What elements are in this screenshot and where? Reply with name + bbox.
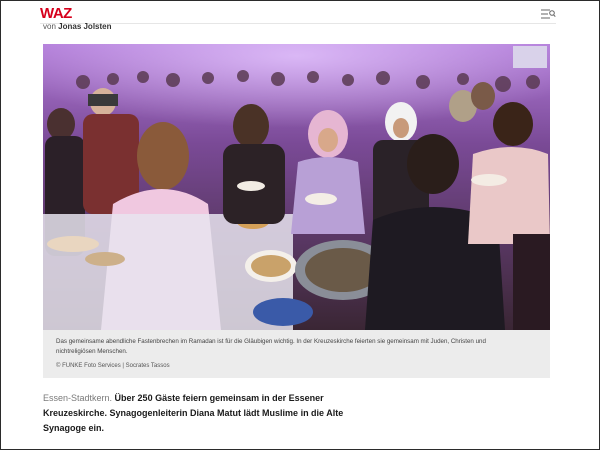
byline: von Jonas Jolsten: [43, 22, 112, 31]
lead-location: Essen-Stadtkern.: [43, 393, 113, 403]
photo-credit: © FUNKE Foto Services | Socrates Tassos: [56, 363, 170, 369]
article-lead: Essen-Stadtkern. Über 250 Gäste feiern g…: [43, 391, 373, 436]
waz-logo[interactable]: WAZ: [40, 5, 72, 22]
caption-text: Das gemeinsame abendliche Fastenbrechen …: [56, 338, 486, 355]
photo-caption: Das gemeinsame abendliche Fastenbrechen …: [43, 330, 550, 378]
byline-author[interactable]: Jonas Jolsten: [58, 22, 111, 31]
article-photo[interactable]: [43, 44, 550, 330]
search-menu-icon[interactable]: [540, 8, 556, 20]
photo-image: [43, 44, 550, 330]
byline-prefix: von: [43, 22, 56, 31]
site-header: WAZ: [40, 4, 556, 24]
